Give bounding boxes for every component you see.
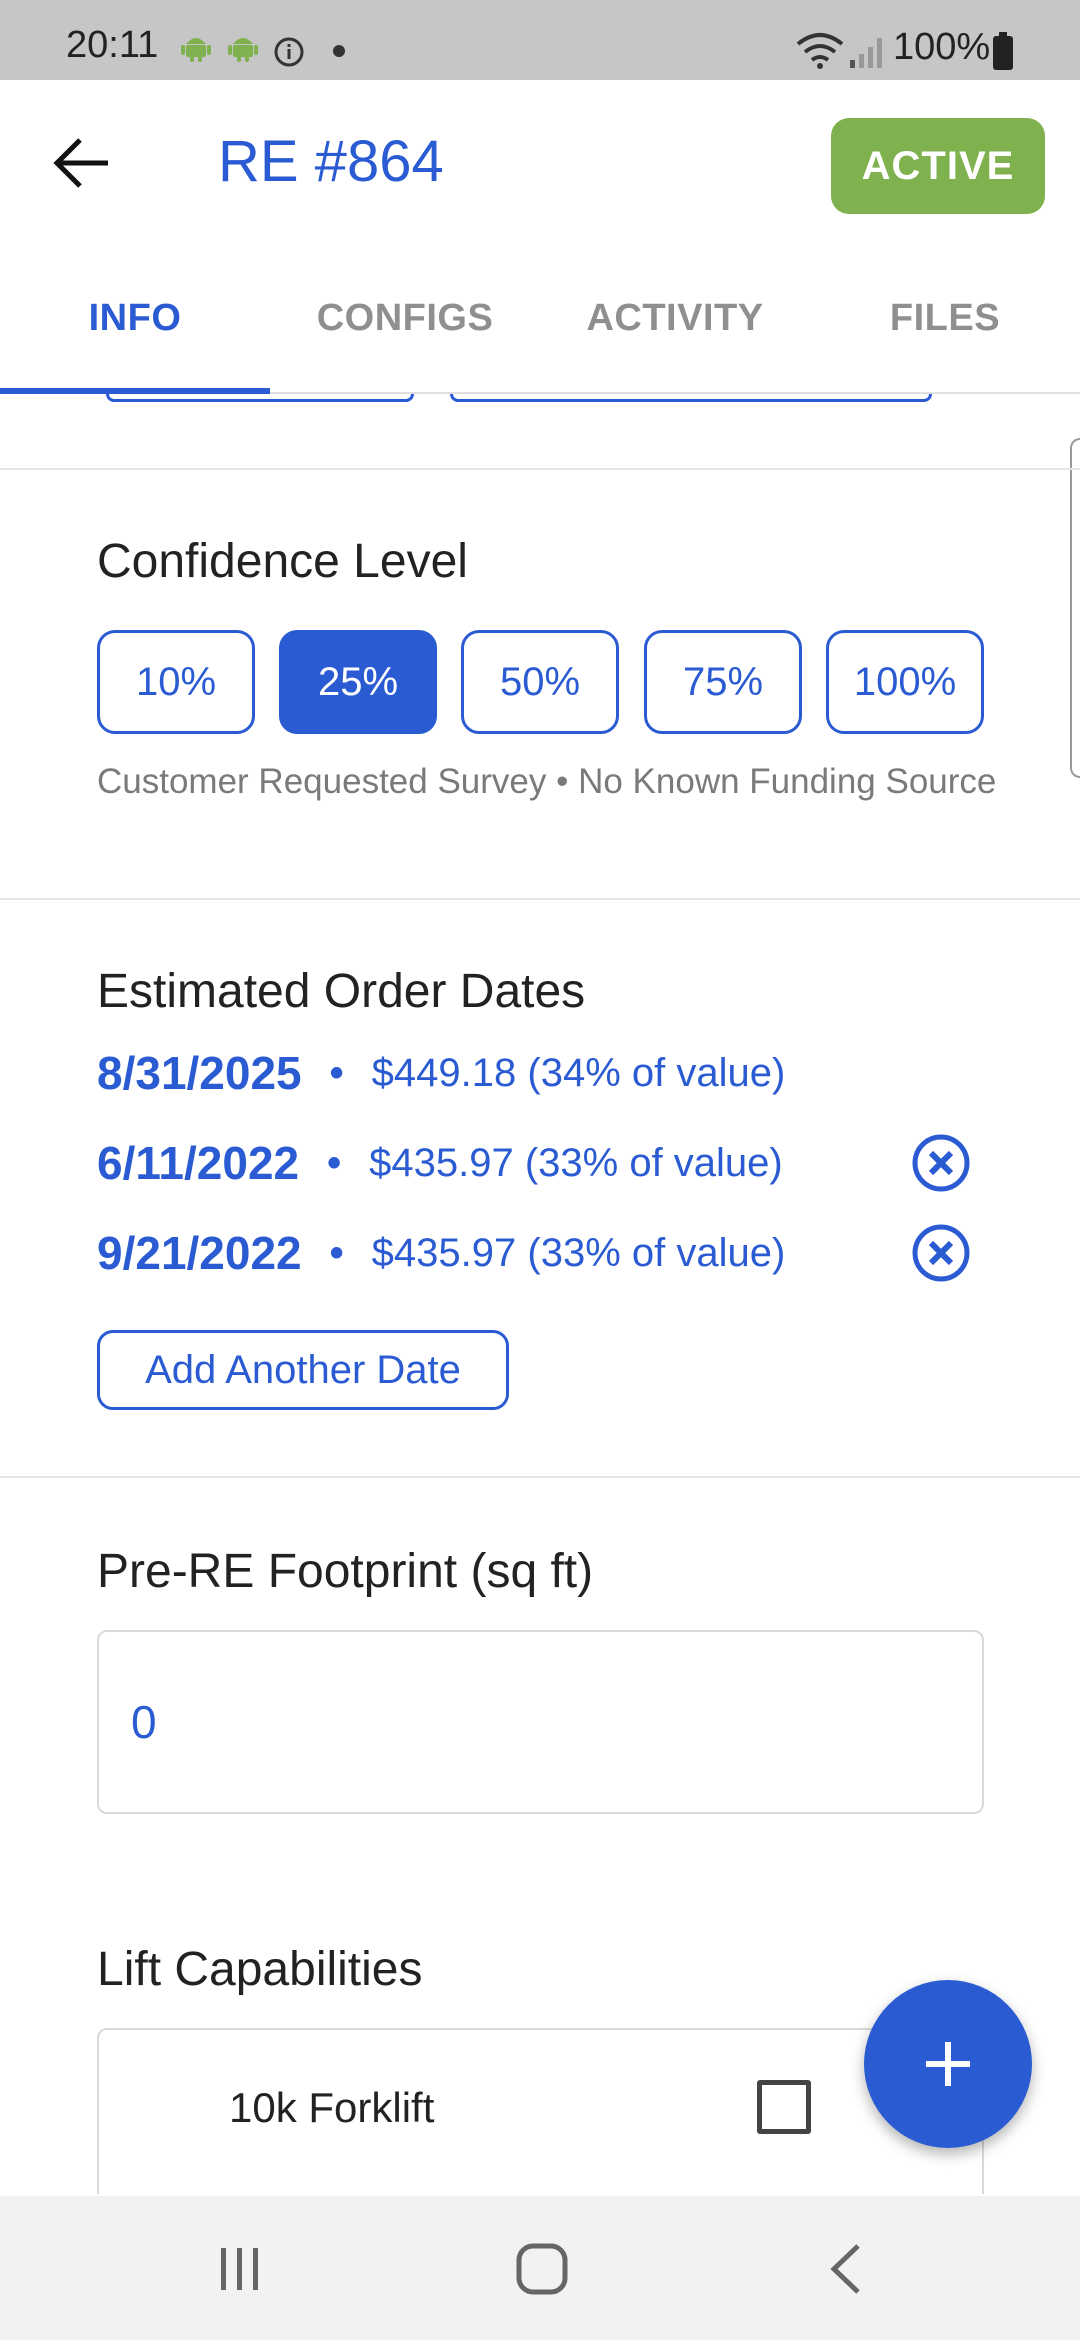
clipped-button[interactable] [450,394,932,402]
lift-item-checkbox[interactable] [757,2080,811,2134]
wifi-icon [796,33,844,69]
signal-icon [850,38,882,68]
home-button[interactable] [502,2234,582,2304]
tab-label: FILES [889,296,1001,339]
tab-label: INFO [88,296,182,339]
order-date-row: 6/11/2022 • $435.97 (33% of value) [97,1128,783,1198]
confidence-option-10[interactable]: 10% [97,630,255,734]
add-another-date-button[interactable]: Add Another Date [97,1330,509,1410]
order-amount: $435.97 (33% of value) [371,1230,786,1275]
lift-capabilities-title: Lift Capabilities [97,1943,423,1996]
clipped-button[interactable] [106,394,414,402]
tab-label: CONFIGS [316,296,494,339]
date-separator: • [327,1140,342,1185]
scrollbar[interactable] [1070,438,1080,778]
order-dates-title: Estimated Order Dates [97,965,586,1018]
home-icon [516,2243,568,2295]
date-separator: • [329,1050,344,1095]
recents-button[interactable] [200,2234,280,2304]
order-date[interactable]: 6/11/2022 [97,1136,299,1190]
add-fab-button[interactable] [864,1980,1032,2148]
confidence-option-25[interactable]: 25% [279,630,437,734]
status-time: 20:11 [66,24,159,66]
battery-icon [993,32,1013,70]
tab-bar: INFO CONFIGS ACTIVITY FILES [0,244,1080,394]
app-bar: RE #864 ACTIVE [0,80,1080,244]
notification-dot [333,45,345,57]
footprint-input[interactable]: 0 [97,1630,984,1814]
section-divider [0,898,1080,900]
section-divider [0,468,1080,470]
footprint-value: 0 [131,1696,157,1748]
order-date-row: 9/21/2022 • $435.97 (33% of value) [97,1218,785,1288]
order-date[interactable]: 8/31/2025 [97,1046,302,1100]
tab-info[interactable]: INFO [0,244,270,394]
remove-date-icon[interactable] [911,1223,971,1283]
confidence-description: Customer Requested Survey • No Known Fun… [97,762,997,801]
order-date[interactable]: 9/21/2022 [97,1226,302,1280]
order-amount: $449.18 (34% of value) [371,1050,786,1095]
footprint-title: Pre-RE Footprint (sq ft) [97,1545,594,1598]
date-separator: • [329,1230,344,1275]
remove-date-icon[interactable] [911,1133,971,1193]
tab-files[interactable]: FILES [810,244,1080,392]
confidence-option-100[interactable]: 100% [826,630,984,734]
status-bar: 20:11 100% [0,0,1080,80]
battery-percent: 100% [893,26,991,68]
recents-icon [221,2248,258,2290]
system-nav-bar [0,2196,1080,2340]
page-title: RE #864 [218,129,444,194]
confidence-option-75[interactable]: 75% [644,630,802,734]
status-badge[interactable]: ACTIVE [831,118,1045,214]
lift-capabilities-list: 10k Forklift [97,2028,984,2194]
back-arrow-icon[interactable] [52,136,112,190]
info-content[interactable]: Confidence Level 10% 25% 50% 75% 100% Cu… [0,394,1080,2194]
tab-activity[interactable]: ACTIVITY [540,244,810,392]
android-icon [181,38,211,62]
info-icon [274,37,304,67]
order-amount: $435.97 (33% of value) [369,1140,783,1185]
tab-configs[interactable]: CONFIGS [270,244,540,392]
lift-item-label: 10k Forklift [229,2084,435,2131]
plus-icon [926,2042,970,2086]
tab-label: ACTIVITY [586,296,764,339]
back-chevron-icon [830,2244,860,2294]
order-date-row: 8/31/2025 • $449.18 (34% of value) [97,1038,785,1108]
confidence-title: Confidence Level [97,535,468,588]
back-nav-button[interactable] [806,2234,886,2304]
confidence-option-50[interactable]: 50% [461,630,619,734]
section-divider [0,1476,1080,1478]
android-icon [228,38,258,62]
